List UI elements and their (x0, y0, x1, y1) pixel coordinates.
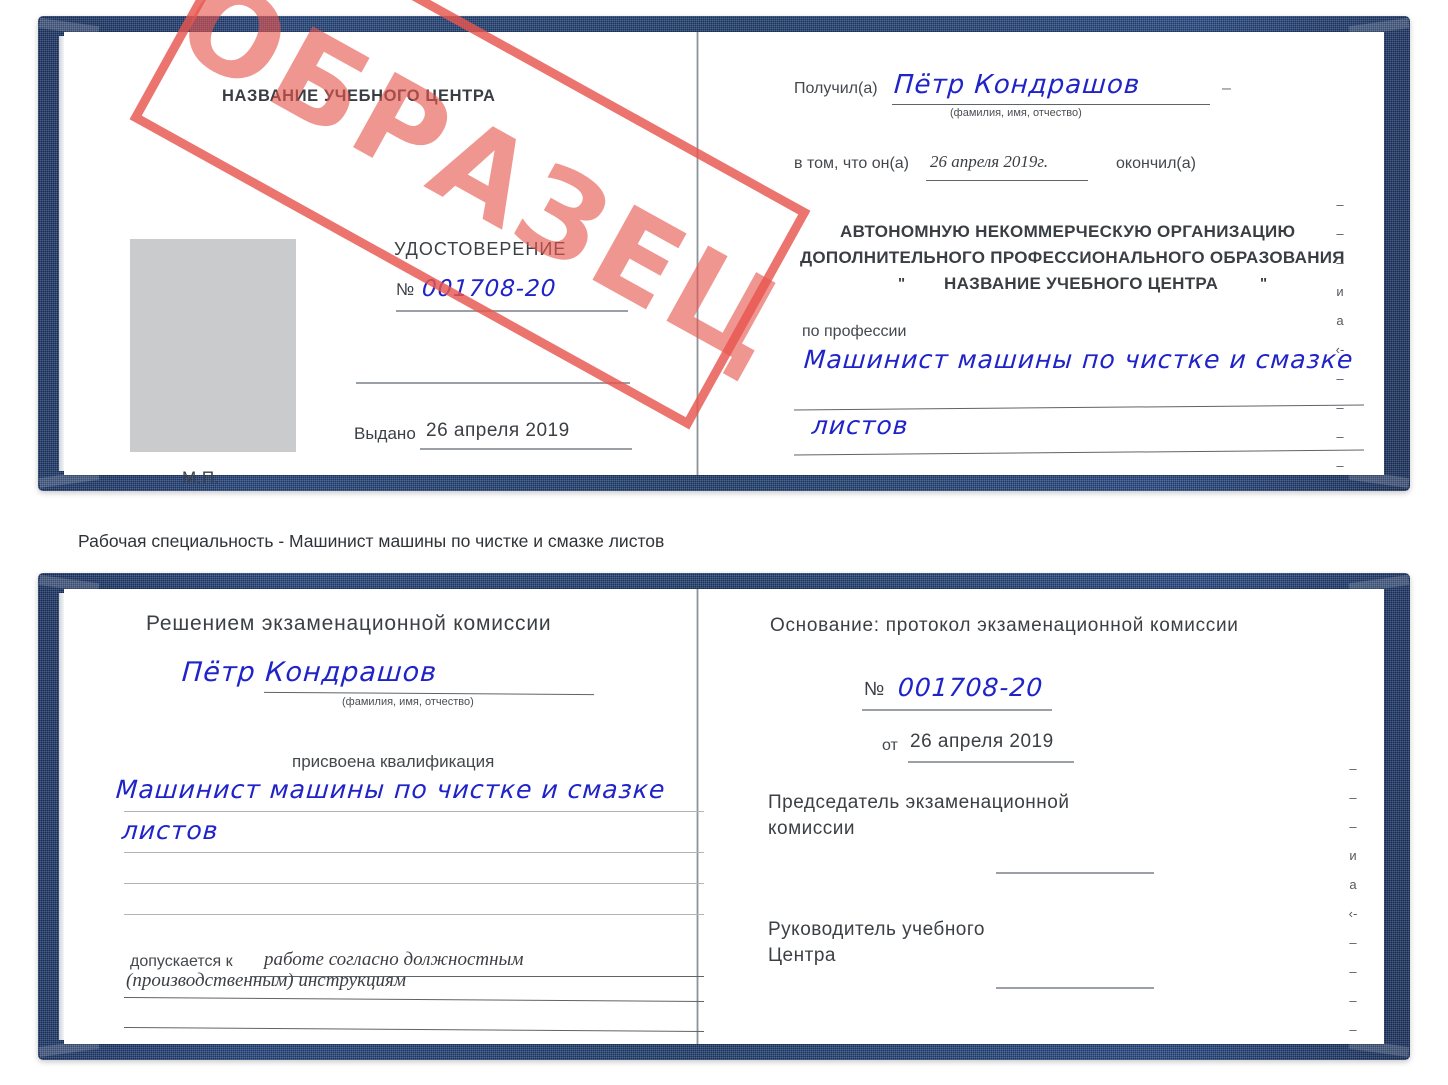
qualification-value-line-1: Машинист машины по чистке и смазке (114, 775, 667, 804)
qualification-label: присвоена квалификация (292, 752, 495, 771)
certificate-top-left-page: НАЗВАНИЕ УЧЕБНОГО ЦЕНТРА УДОСТОВЕРЕНИЕ №… (64, 32, 696, 487)
commission-decision-heading: Решением экзаменационной комиссии (146, 612, 552, 635)
certificate-top-right-page: Получил(а) Пётр Кондрашов (фамилия, имя,… (704, 32, 1384, 475)
certificate-number-label: № (396, 280, 415, 299)
qualification-rule-2 (124, 852, 704, 854)
protocol-date-label: от (882, 737, 898, 754)
admitted-to-value-line-2: (производственным) инструкциям (126, 970, 406, 991)
training-center-name-heading: НАЗВАНИЕ УЧЕБНОГО ЦЕНТРА (222, 87, 496, 105)
chairman-label-line-1: Председатель экзаменационной (768, 792, 1070, 813)
certificate-bottom-left-page: Решением экзаменационной комиссии Пётр К… (64, 589, 704, 1044)
organization-quote-open: " (898, 275, 906, 292)
organization-line-3: НАЗВАНИЕ УЧЕБНОГО ЦЕНТРА (944, 274, 1219, 293)
admitted-to-value-line-1: работе согласно должностным (264, 949, 524, 970)
chairman-label-line-2: комиссии (768, 818, 855, 839)
basis-label: Основание: протокол экзаменационной коми… (770, 615, 1239, 636)
dash-mark: – (1222, 80, 1231, 97)
head-of-center-signature-rule (996, 987, 1154, 989)
certificate-bottom-right-page: Основание: протокол экзаменационной коми… (704, 589, 1384, 1044)
profession-value-line-2: листов (810, 411, 910, 440)
qualification-rule-1 (124, 811, 704, 813)
organization-line-2: ДОПОЛНИТЕЛЬНОГО ПРОФЕССИОНАЛЬНОГО ОБРАЗО… (800, 248, 1345, 267)
in-that-he-label: в том, что он(а) (794, 155, 909, 172)
chairman-signature-rule (996, 872, 1154, 874)
graduate-name-value: Пётр Кондрашов (180, 657, 439, 688)
certificate-bottom-spread: Решением экзаменационной комиссии Пётр К… (59, 589, 1384, 1044)
received-by-rule (892, 104, 1210, 106)
issued-date-rule (420, 448, 632, 450)
protocol-date-rule (908, 761, 1074, 763)
organization-line-1: АВТОНОМНУЮ НЕКОММЕРЧЕСКУЮ ОРГАНИЗАЦИЮ (840, 222, 1296, 241)
head-of-center-label-line-2: Центра (768, 945, 836, 966)
protocol-number-label: № (864, 679, 885, 700)
certificate-number-rule (396, 310, 628, 312)
seal-label: М.П. (182, 468, 220, 487)
issued-label: Выдано (354, 424, 416, 443)
profession-rule-2 (794, 449, 1364, 456)
document-title: УДОСТОВЕРЕНИЕ (394, 239, 567, 259)
protocol-number-rule (862, 709, 1052, 711)
qualification-value-line-2: листов (120, 816, 220, 845)
certificate-bottom: Решением экзаменационной комиссии Пётр К… (38, 573, 1410, 1060)
completion-date-value: 26 апреля 2019г. (930, 152, 1049, 171)
next-page-edge-glyphs: – – – и а ‹- – – – – (1335, 197, 1345, 473)
admitted-rule-2 (124, 996, 704, 1003)
protocol-number-value: 001708-20 (896, 673, 1045, 702)
photo-placeholder (130, 239, 296, 452)
protocol-date-value: 26 апреля 2019 (910, 731, 1054, 752)
profession-value-line-1: Машинист машины по чистке и смазке (802, 345, 1355, 374)
certificate-top: НАЗВАНИЕ УЧЕБНОГО ЦЕНТРА УДОСТОВЕРЕНИЕ №… (38, 0, 1410, 491)
certificate-number-value: 001708-20 (421, 276, 558, 302)
received-by-value: Пётр Кондрашов (892, 70, 1142, 100)
fio-hint: (фамилия, имя, отчество) (950, 107, 1082, 119)
profession-rule-1 (794, 404, 1364, 411)
organization-quote-close: " (1260, 275, 1268, 292)
finished-label: окончил(а) (1116, 155, 1196, 172)
received-by-label: Получил(а) (794, 80, 878, 97)
page-caption: Рабочая специальность - Машинист машины … (78, 531, 665, 551)
admitted-rule-3 (124, 1026, 704, 1033)
certificate-top-spread: НАЗВАНИЕ УЧЕБНОГО ЦЕНТРА УДОСТОВЕРЕНИЕ №… (59, 0, 1384, 487)
spine-fold (696, 32, 699, 475)
profession-label: по профессии (802, 323, 907, 340)
issued-date-value: 26 апреля 2019 (426, 420, 570, 441)
graduate-name-rule (263, 691, 595, 696)
qualification-rule-3 (124, 883, 704, 885)
qualification-rule-4 (124, 914, 704, 916)
next-page-edge-glyphs: – – – и а ‹- – – – – (1348, 761, 1358, 1037)
blank-rule-1 (356, 382, 630, 384)
completion-date-rule (926, 180, 1088, 182)
fio-hint: (фамилия, имя, отчество) (342, 696, 474, 708)
head-of-center-label-line-1: Руководитель учебного (768, 919, 985, 940)
